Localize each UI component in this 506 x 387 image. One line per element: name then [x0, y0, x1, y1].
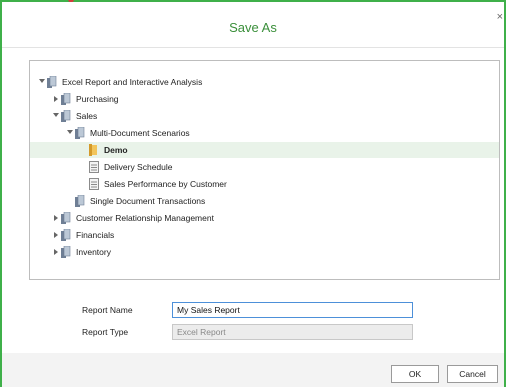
- ok-button[interactable]: OK: [391, 365, 439, 383]
- tree-item-inventory[interactable]: Inventory: [30, 244, 499, 260]
- tree-item-financials[interactable]: Financials: [30, 227, 499, 243]
- collapse-arrow-icon[interactable]: [54, 215, 58, 221]
- tree-item-purchasing[interactable]: Purchasing: [30, 91, 499, 107]
- tree-item-label: Delivery Schedule: [104, 162, 173, 172]
- save-as-dialog: Save As × Excel Report and Interactive A…: [0, 0, 506, 387]
- cancel-button[interactable]: Cancel: [447, 365, 498, 383]
- expand-arrow-icon[interactable]: [53, 113, 59, 117]
- tree-item-label: Inventory: [76, 247, 111, 257]
- tree-item-sales[interactable]: Sales: [30, 108, 499, 124]
- tree-item-label: Purchasing: [76, 94, 119, 104]
- tree-item-label: Sales: [76, 111, 98, 121]
- tree-item-label: Financials: [76, 230, 115, 240]
- tree-item-delivery-schedule[interactable]: Delivery Schedule: [30, 159, 499, 175]
- report-icon: [89, 161, 99, 173]
- tree-item-label: Multi-Document Scenarios: [90, 128, 190, 138]
- tree-item-label: Excel Report and Interactive Analysis: [62, 77, 203, 87]
- dialog-title: Save As: [229, 20, 277, 35]
- tree-item-demo[interactable]: Demo: [30, 142, 499, 158]
- expand-arrow-icon[interactable]: [39, 79, 45, 83]
- tree-item-label: Sales Performance by Customer: [104, 179, 227, 189]
- close-icon[interactable]: ×: [497, 11, 503, 23]
- folder-icon: [89, 144, 97, 156]
- tree-item-multi-document-scenarios[interactable]: Multi-Document Scenarios: [30, 125, 499, 141]
- document-folder-icon: [75, 195, 85, 207]
- document-folder-icon: [61, 212, 71, 224]
- document-folder-icon: [61, 110, 71, 122]
- tree-item-label: Single Document Transactions: [90, 196, 206, 206]
- report-type-field: [172, 324, 413, 340]
- tree-item-single-document-transactions[interactable]: Single Document Transactions: [30, 193, 499, 209]
- document-folder-icon: [75, 127, 85, 139]
- document-folder-icon: [61, 93, 71, 105]
- collapse-arrow-icon[interactable]: [54, 96, 58, 102]
- tree-item-label: Demo: [104, 145, 128, 155]
- document-folder-icon: [47, 76, 57, 88]
- report-name-input[interactable]: [172, 302, 413, 318]
- expand-arrow-icon[interactable]: [67, 130, 73, 134]
- dialog-footer: OK Cancel: [2, 353, 504, 387]
- report-name-label: Report Name: [82, 305, 133, 315]
- report-type-label: Report Type: [82, 327, 129, 337]
- title-bar: Save As ×: [2, 2, 504, 48]
- tree-item-excel-report[interactable]: Excel Report and Interactive Analysis: [30, 74, 499, 90]
- folder-tree[interactable]: Excel Report and Interactive Analysis Pu…: [29, 60, 500, 280]
- collapse-arrow-icon[interactable]: [54, 249, 58, 255]
- tree-item-label: Customer Relationship Management: [76, 213, 214, 223]
- collapse-arrow-icon[interactable]: [54, 232, 58, 238]
- document-folder-icon: [61, 229, 71, 241]
- dialog-body: Excel Report and Interactive Analysis Pu…: [2, 48, 504, 353]
- tree-item-sales-performance[interactable]: Sales Performance by Customer: [30, 176, 499, 192]
- document-folder-icon: [61, 246, 71, 258]
- tree-item-crm[interactable]: Customer Relationship Management: [30, 210, 499, 226]
- report-icon: [89, 178, 99, 190]
